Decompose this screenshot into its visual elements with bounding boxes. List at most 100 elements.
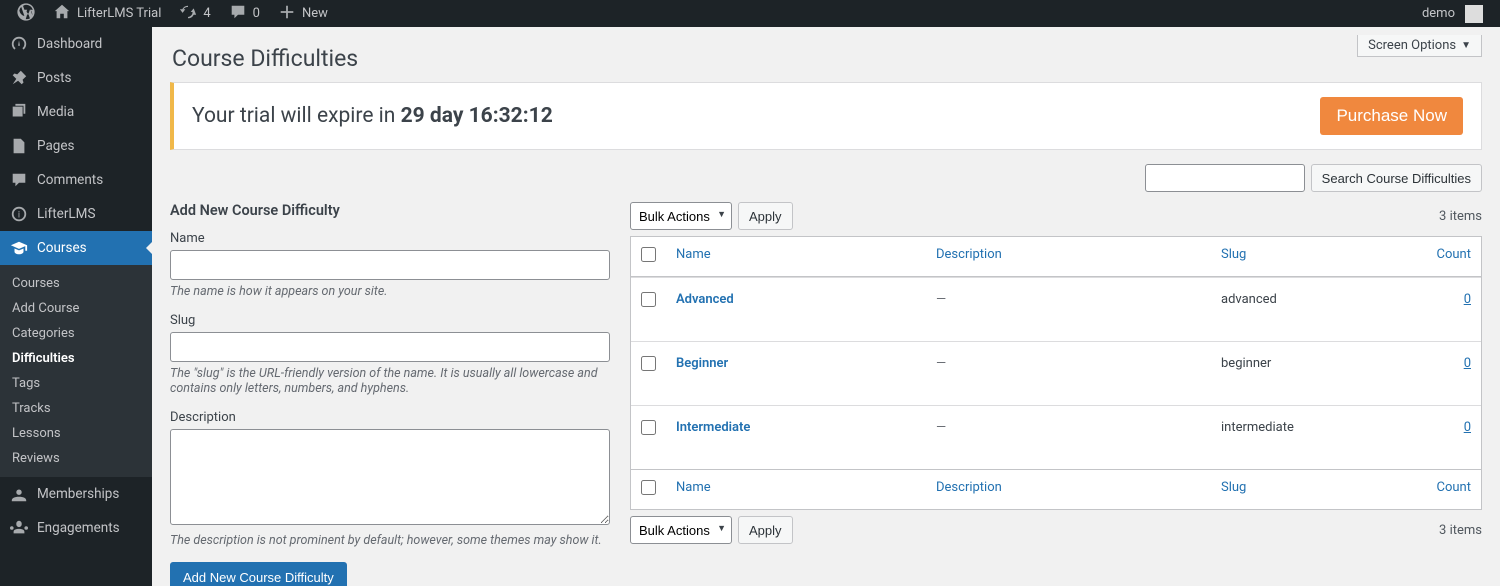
sidebar-item-label: Memberships	[37, 486, 119, 502]
purchase-button[interactable]: Purchase Now	[1320, 97, 1463, 135]
row-count[interactable]: 0	[1464, 356, 1471, 371]
column-description[interactable]: Description	[936, 480, 1002, 495]
sidebar-item-dashboard[interactable]: Dashboard	[0, 27, 152, 61]
apply-button-top[interactable]: Apply	[738, 202, 793, 230]
apply-button-bottom[interactable]: Apply	[738, 516, 793, 544]
select-all-top[interactable]	[641, 247, 656, 262]
column-slug[interactable]: Slug	[1221, 480, 1246, 495]
name-input[interactable]	[170, 250, 610, 280]
search-input[interactable]	[1145, 164, 1305, 192]
row-count[interactable]: 0	[1464, 420, 1471, 435]
form-heading: Add New Course Difficulty	[170, 202, 610, 219]
column-description[interactable]: Description	[936, 247, 1002, 262]
refresh-icon	[179, 3, 197, 25]
chevron-down-icon: ▼	[1461, 40, 1471, 51]
user-label: demo	[1422, 6, 1455, 21]
submit-button[interactable]: Add New Course Difficulty	[170, 562, 347, 586]
select-all-bottom[interactable]	[641, 480, 656, 495]
trial-banner: Your trial will expire in 29 day 16:32:1…	[170, 82, 1482, 150]
submenu-item-tracks[interactable]: Tracks	[0, 396, 152, 421]
sidebar-item-memberships[interactable]: Memberships	[0, 477, 152, 511]
sidebar-item-label: Pages	[37, 138, 75, 154]
screen-options-tab[interactable]: Screen Options ▼	[1357, 35, 1482, 57]
submenu-item-categories[interactable]: Categories	[0, 321, 152, 346]
submenu-item-difficulties[interactable]: Difficulties	[0, 346, 152, 371]
sidebar-item-label: Courses	[37, 240, 87, 256]
submenu-item-addcourse[interactable]: Add Course	[0, 296, 152, 321]
column-count[interactable]: Count	[1437, 480, 1471, 495]
name-desc: The name is how it appears on your site.	[170, 284, 610, 299]
admin-menu: Dashboard Posts Media Pages Comments i L…	[0, 27, 152, 586]
slug-label: Slug	[170, 313, 610, 328]
screen-options-label: Screen Options	[1368, 38, 1456, 53]
row-slug: beginner	[1211, 341, 1411, 405]
row-title[interactable]: Beginner	[676, 356, 728, 371]
search-button[interactable]: Search Course Difficulties	[1311, 164, 1482, 192]
submenu-item-lessons[interactable]: Lessons	[0, 421, 152, 446]
sidebar-item-label: Media	[37, 104, 74, 120]
home-icon	[53, 3, 71, 25]
sidebar-item-posts[interactable]: Posts	[0, 61, 152, 95]
admin-bar: LifterLMS Trial 4 0 New demo	[0, 0, 1500, 27]
site-title: LifterLMS Trial	[77, 6, 161, 21]
sidebar-item-lifterlms[interactable]: i LifterLMS	[0, 197, 152, 231]
comments-icon	[10, 171, 28, 189]
description-input[interactable]	[170, 429, 610, 525]
sidebar-item-comments[interactable]: Comments	[0, 163, 152, 197]
row-checkbox[interactable]	[641, 292, 656, 307]
name-label: Name	[170, 231, 610, 246]
column-count[interactable]: Count	[1437, 247, 1471, 262]
row-title[interactable]: Advanced	[676, 292, 734, 307]
sidebar-item-label: Comments	[37, 172, 103, 188]
pin-icon	[10, 69, 28, 87]
sidebar-item-label: LifterLMS	[37, 206, 95, 222]
table-row: Beginner — beginner 0	[631, 341, 1481, 405]
cap-icon	[10, 239, 28, 257]
pages-icon	[10, 137, 28, 155]
site-link[interactable]: LifterLMS Trial	[44, 0, 170, 27]
new-link[interactable]: New	[269, 0, 337, 27]
comments-link[interactable]: 0	[220, 0, 269, 27]
bulk-action-select-bottom[interactable]: Bulk Actions	[630, 516, 732, 544]
description-label: Description	[170, 410, 610, 425]
column-name[interactable]: Name	[676, 247, 711, 262]
row-title[interactable]: Intermediate	[676, 420, 750, 435]
row-description: —	[936, 420, 946, 435]
item-count-top: 3 items	[1439, 209, 1482, 224]
submenu-item-reviews[interactable]: Reviews	[0, 446, 152, 471]
new-label: New	[302, 6, 328, 21]
row-count[interactable]: 0	[1464, 292, 1471, 307]
user-menu[interactable]: demo	[1413, 0, 1492, 27]
svg-text:i: i	[18, 211, 20, 221]
row-checkbox[interactable]	[641, 420, 656, 435]
sidebar-item-courses[interactable]: Courses	[0, 231, 152, 265]
trial-countdown: 29 day 16:32:12	[401, 104, 553, 128]
table-row: Intermediate — intermediate 0	[631, 405, 1481, 469]
bulk-action-select-top[interactable]: Bulk Actions	[630, 202, 732, 230]
plus-icon	[278, 3, 296, 25]
row-description: —	[936, 356, 946, 371]
sidebar-item-label: Engagements	[37, 520, 120, 536]
row-slug: advanced	[1211, 277, 1411, 341]
updates-link[interactable]: 4	[170, 0, 219, 27]
slug-input[interactable]	[170, 332, 610, 362]
sidebar-item-label: Posts	[37, 70, 71, 86]
difficulty-table: Name Description Slug Count Advanced — a…	[630, 236, 1482, 510]
column-name[interactable]: Name	[676, 480, 711, 495]
column-slug[interactable]: Slug	[1221, 247, 1246, 262]
wp-logo-icon[interactable]	[8, 0, 44, 27]
avatar	[1465, 5, 1483, 23]
row-description: —	[936, 292, 946, 307]
sidebar-item-media[interactable]: Media	[0, 95, 152, 129]
lifterlms-icon: i	[10, 205, 28, 223]
submenu-item-tags[interactable]: Tags	[0, 371, 152, 396]
description-desc: The description is not prominent by defa…	[170, 533, 610, 548]
submenu-item-courses[interactable]: Courses	[0, 271, 152, 296]
updates-count: 4	[203, 6, 210, 21]
sidebar-item-engagements[interactable]: Engagements	[0, 511, 152, 545]
row-slug: intermediate	[1211, 405, 1411, 469]
comments-count: 0	[253, 6, 260, 21]
trial-text: Your trial will expire in 29 day 16:32:1…	[192, 104, 553, 128]
row-checkbox[interactable]	[641, 356, 656, 371]
sidebar-item-pages[interactable]: Pages	[0, 129, 152, 163]
